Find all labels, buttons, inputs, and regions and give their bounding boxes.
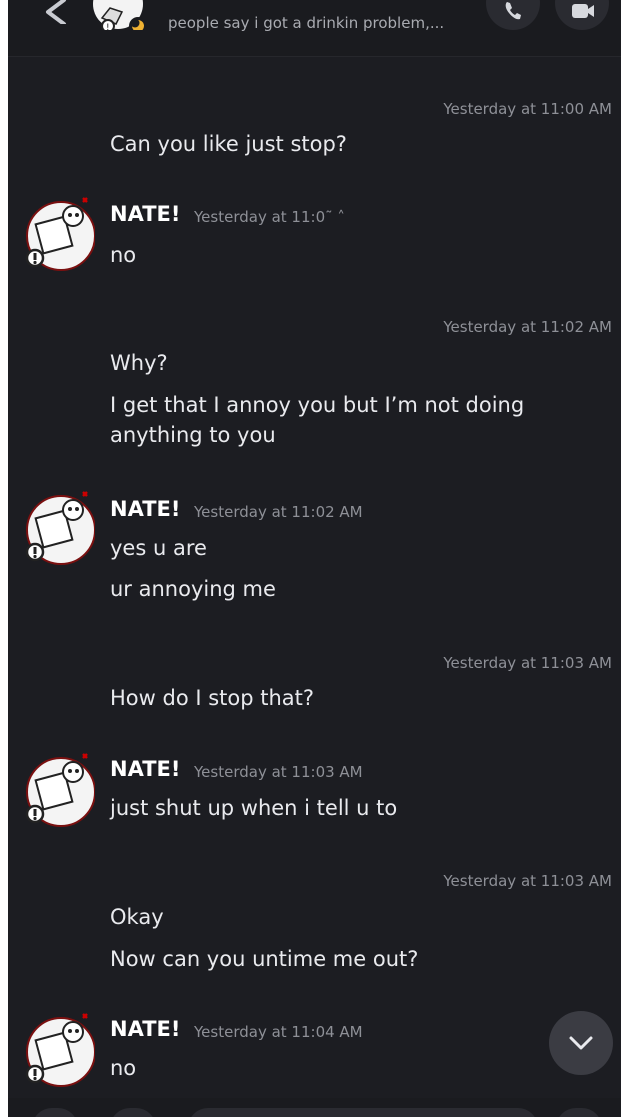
call-button[interactable]: [486, 0, 540, 30]
video-camera-icon: [572, 4, 594, 18]
chevron-down-icon: [569, 1036, 593, 1050]
message-text: Why?: [110, 351, 168, 375]
message-timestamp: Yesterday at 11:0˜ ˄: [194, 208, 345, 226]
message-text: no: [110, 243, 137, 267]
back-arrow-icon[interactable]: [34, 0, 78, 24]
message-timestamp: Yesterday at 11:03 AM: [194, 763, 363, 781]
message-timestamp: Yesterday at 11:04 AM: [194, 1023, 363, 1041]
message-text: no: [110, 1056, 137, 1080]
status-text: people say i got a drinkin problem,...: [168, 14, 445, 32]
message-text: Now can you untime me out?: [110, 947, 419, 971]
message-timestamp: Yesterday at 11:03 AM: [443, 872, 612, 890]
apps-button[interactable]: [110, 1108, 156, 1117]
author-name[interactable]: NATE!: [110, 1017, 180, 1041]
message-text: ur annoying me: [110, 577, 276, 601]
message-text: yes u are: [110, 536, 207, 560]
chat-header: ! people say i got a drinkin problem,...: [8, 0, 621, 57]
message-timestamp: Yesterday at 11:02 AM: [194, 503, 363, 521]
message-composer-bar: [8, 1098, 621, 1117]
author-name[interactable]: NATE!: [110, 497, 180, 521]
message-text: Okay: [110, 905, 164, 929]
message-timestamp: Yesterday at 11:00 AM: [443, 100, 612, 118]
message-text: I get that I annoy you but I’m not doing…: [110, 393, 525, 447]
header-avatar[interactable]: !: [92, 0, 144, 30]
video-call-button[interactable]: [555, 0, 609, 30]
message-input[interactable]: [188, 1108, 538, 1117]
message-text: just shut up when i tell u to: [110, 796, 398, 820]
voice-button[interactable]: [556, 1108, 602, 1117]
chat-screen: ! people say i got a drinkin problem,...…: [8, 0, 621, 1117]
phone-icon: [505, 2, 521, 20]
svg-text:!: !: [106, 23, 110, 30]
avatar[interactable]: [23, 196, 95, 272]
jump-to-present-button[interactable]: [549, 1011, 613, 1075]
message-timestamp: Yesterday at 11:03 AM: [443, 654, 612, 672]
plus-button[interactable]: [32, 1108, 78, 1117]
message-timestamp: Yesterday at 11:02 AM: [443, 318, 612, 336]
message-text: Can you like just stop?: [110, 132, 347, 156]
avatar[interactable]: [23, 490, 95, 566]
author-name[interactable]: NATE!: [110, 757, 180, 781]
author-name[interactable]: NATE!: [110, 202, 180, 226]
avatar[interactable]: [23, 1012, 95, 1088]
avatar[interactable]: [23, 752, 95, 828]
message-text: How do I stop that?: [110, 686, 315, 710]
